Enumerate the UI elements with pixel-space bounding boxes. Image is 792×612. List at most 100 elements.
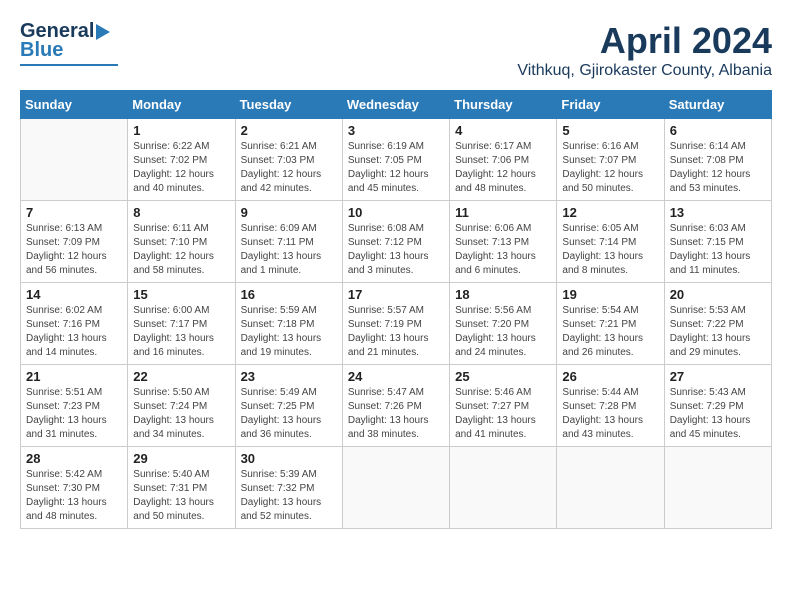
calendar-cell <box>21 119 128 201</box>
calendar-cell: 24 Sunrise: 5:47 AMSunset: 7:26 PMDayligh… <box>342 365 449 447</box>
day-detail: Sunrise: 6:11 AMSunset: 7:10 PMDaylight:… <box>133 222 229 278</box>
weekday-header-row: SundayMondayTuesdayWednesdayThursdayFrid… <box>21 91 772 119</box>
weekday-header: Friday <box>557 91 664 119</box>
calendar-cell: 29 Sunrise: 5:40 AMSunset: 7:31 PMDayligh… <box>128 447 235 529</box>
day-detail: Sunrise: 6:09 AMSunset: 7:11 PMDaylight:… <box>241 222 337 278</box>
day-number: 19 <box>562 287 658 302</box>
calendar-cell: 17 Sunrise: 5:57 AMSunset: 7:19 PMDayligh… <box>342 283 449 365</box>
calendar-cell: 7Sunrise: 6:13 AMSunset: 7:09 PMDaylight… <box>21 201 128 283</box>
day-number: 2 <box>241 123 337 138</box>
day-detail: Sunrise: 5:46 AMSunset: 7:27 PMDaylight:… <box>455 386 551 442</box>
day-detail: Sunrise: 6:02 AMSunset: 7:16 PMDaylight:… <box>26 304 122 360</box>
calendar-cell: 28Sunrise: 5:42 AMSunset: 7:30 PMDayligh… <box>21 447 128 529</box>
day-detail: Sunrise: 6:21 AMSunset: 7:03 PMDaylight:… <box>241 140 337 196</box>
day-number: 1 <box>133 123 229 138</box>
day-number: 4 <box>455 123 551 138</box>
day-detail: Sunrise: 5:49 AMSunset: 7:25 PMDaylight:… <box>241 386 337 442</box>
day-detail: Sunrise: 6:19 AMSunset: 7:05 PMDaylight:… <box>348 140 444 196</box>
logo-arrow-icon <box>96 22 118 42</box>
day-number: 20 <box>670 287 766 302</box>
day-detail: Sunrise: 5:42 AMSunset: 7:30 PMDaylight:… <box>26 468 122 524</box>
calendar-cell: 3 Sunrise: 6:19 AMSunset: 7:05 PMDaylight… <box>342 119 449 201</box>
day-detail: Sunrise: 6:14 AMSunset: 7:08 PMDaylight:… <box>670 140 766 196</box>
calendar-cell: 9 Sunrise: 6:09 AMSunset: 7:11 PMDaylight… <box>235 201 342 283</box>
weekday-header: Tuesday <box>235 91 342 119</box>
calendar-cell: 4 Sunrise: 6:17 AMSunset: 7:06 PMDaylight… <box>450 119 557 201</box>
day-detail: Sunrise: 5:57 AMSunset: 7:19 PMDaylight:… <box>348 304 444 360</box>
day-number: 21 <box>26 369 122 384</box>
day-number: 10 <box>348 205 444 220</box>
weekday-header: Saturday <box>664 91 771 119</box>
day-number: 16 <box>241 287 337 302</box>
calendar-cell: 18Sunrise: 5:56 AMSunset: 7:20 PMDayligh… <box>450 283 557 365</box>
calendar-cell: 8 Sunrise: 6:11 AMSunset: 7:10 PMDaylight… <box>128 201 235 283</box>
day-detail: Sunrise: 6:22 AMSunset: 7:02 PMDaylight:… <box>133 140 229 196</box>
calendar-week-row: 28Sunrise: 5:42 AMSunset: 7:30 PMDayligh… <box>21 447 772 529</box>
day-number: 29 <box>133 451 229 466</box>
day-detail: Sunrise: 5:50 AMSunset: 7:24 PMDaylight:… <box>133 386 229 442</box>
weekday-header: Sunday <box>21 91 128 119</box>
day-number: 23 <box>241 369 337 384</box>
calendar-cell: 14 Sunrise: 6:02 AMSunset: 7:16 PMDayligh… <box>21 283 128 365</box>
day-number: 15 <box>133 287 229 302</box>
day-number: 5 <box>562 123 658 138</box>
calendar-cell: 5 Sunrise: 6:16 AMSunset: 7:07 PMDaylight… <box>557 119 664 201</box>
calendar-cell: 22 Sunrise: 5:50 AMSunset: 7:24 PMDayligh… <box>128 365 235 447</box>
day-detail: Sunrise: 5:56 AMSunset: 7:20 PMDaylight:… <box>455 304 551 360</box>
weekday-header: Monday <box>128 91 235 119</box>
day-detail: Sunrise: 5:43 AMSunset: 7:29 PMDaylight:… <box>670 386 766 442</box>
day-detail: Sunrise: 5:59 AMSunset: 7:18 PMDaylight:… <box>241 304 337 360</box>
calendar-cell: 25Sunrise: 5:46 AMSunset: 7:27 PMDayligh… <box>450 365 557 447</box>
page-header: General Blue April 2024 Vithkuq, Gjiroka… <box>20 20 772 80</box>
day-detail: Sunrise: 5:44 AMSunset: 7:28 PMDaylight:… <box>562 386 658 442</box>
day-number: 3 <box>348 123 444 138</box>
calendar-cell: 26 Sunrise: 5:44 AMSunset: 7:28 PMDayligh… <box>557 365 664 447</box>
calendar-week-row: 14 Sunrise: 6:02 AMSunset: 7:16 PMDayligh… <box>21 283 772 365</box>
day-number: 22 <box>133 369 229 384</box>
day-detail: Sunrise: 5:51 AMSunset: 7:23 PMDaylight:… <box>26 386 122 442</box>
calendar-cell <box>450 447 557 529</box>
day-detail: Sunrise: 6:17 AMSunset: 7:06 PMDaylight:… <box>455 140 551 196</box>
logo: General Blue <box>20 20 118 66</box>
logo-blue: Blue <box>20 39 63 62</box>
calendar-week-row: 21 Sunrise: 5:51 AMSunset: 7:23 PMDayligh… <box>21 365 772 447</box>
day-number: 26 <box>562 369 658 384</box>
day-detail: Sunrise: 5:47 AMSunset: 7:26 PMDaylight:… <box>348 386 444 442</box>
day-number: 17 <box>348 287 444 302</box>
day-number: 13 <box>670 205 766 220</box>
day-number: 11 <box>455 205 551 220</box>
calendar-cell: 30 Sunrise: 5:39 AMSunset: 7:32 PMDayligh… <box>235 447 342 529</box>
day-detail: Sunrise: 6:06 AMSunset: 7:13 PMDaylight:… <box>455 222 551 278</box>
day-number: 27 <box>670 369 766 384</box>
day-number: 6 <box>670 123 766 138</box>
day-number: 24 <box>348 369 444 384</box>
day-detail: Sunrise: 6:08 AMSunset: 7:12 PMDaylight:… <box>348 222 444 278</box>
day-number: 8 <box>133 205 229 220</box>
day-number: 30 <box>241 451 337 466</box>
calendar-cell: 13 Sunrise: 6:03 AMSunset: 7:15 PMDayligh… <box>664 201 771 283</box>
calendar-week-row: 7Sunrise: 6:13 AMSunset: 7:09 PMDaylight… <box>21 201 772 283</box>
day-number: 14 <box>26 287 122 302</box>
day-detail: Sunrise: 6:03 AMSunset: 7:15 PMDaylight:… <box>670 222 766 278</box>
calendar-cell <box>664 447 771 529</box>
calendar-cell: 23 Sunrise: 5:49 AMSunset: 7:25 PMDayligh… <box>235 365 342 447</box>
calendar-week-row: 1 Sunrise: 6:22 AMSunset: 7:02 PMDaylight… <box>21 119 772 201</box>
calendar-cell <box>557 447 664 529</box>
day-detail: Sunrise: 6:16 AMSunset: 7:07 PMDaylight:… <box>562 140 658 196</box>
calendar-cell: 21 Sunrise: 5:51 AMSunset: 7:23 PMDayligh… <box>21 365 128 447</box>
page-title: April 2024 <box>517 20 772 62</box>
calendar-cell: 19Sunrise: 5:54 AMSunset: 7:21 PMDayligh… <box>557 283 664 365</box>
day-detail: Sunrise: 5:39 AMSunset: 7:32 PMDaylight:… <box>241 468 337 524</box>
title-block: April 2024 Vithkuq, Gjirokaster County, … <box>517 20 772 80</box>
day-number: 12 <box>562 205 658 220</box>
page-subtitle: Vithkuq, Gjirokaster County, Albania <box>517 62 772 80</box>
day-detail: Sunrise: 6:13 AMSunset: 7:09 PMDaylight:… <box>26 222 122 278</box>
day-detail: Sunrise: 5:53 AMSunset: 7:22 PMDaylight:… <box>670 304 766 360</box>
logo-underline <box>20 64 118 66</box>
day-detail: Sunrise: 5:40 AMSunset: 7:31 PMDaylight:… <box>133 468 229 524</box>
day-number: 9 <box>241 205 337 220</box>
calendar-cell: 16 Sunrise: 5:59 AMSunset: 7:18 PMDayligh… <box>235 283 342 365</box>
calendar-cell: 12Sunrise: 6:05 AMSunset: 7:14 PMDayligh… <box>557 201 664 283</box>
calendar-cell <box>342 447 449 529</box>
calendar-cell: 15Sunrise: 6:00 AMSunset: 7:17 PMDayligh… <box>128 283 235 365</box>
